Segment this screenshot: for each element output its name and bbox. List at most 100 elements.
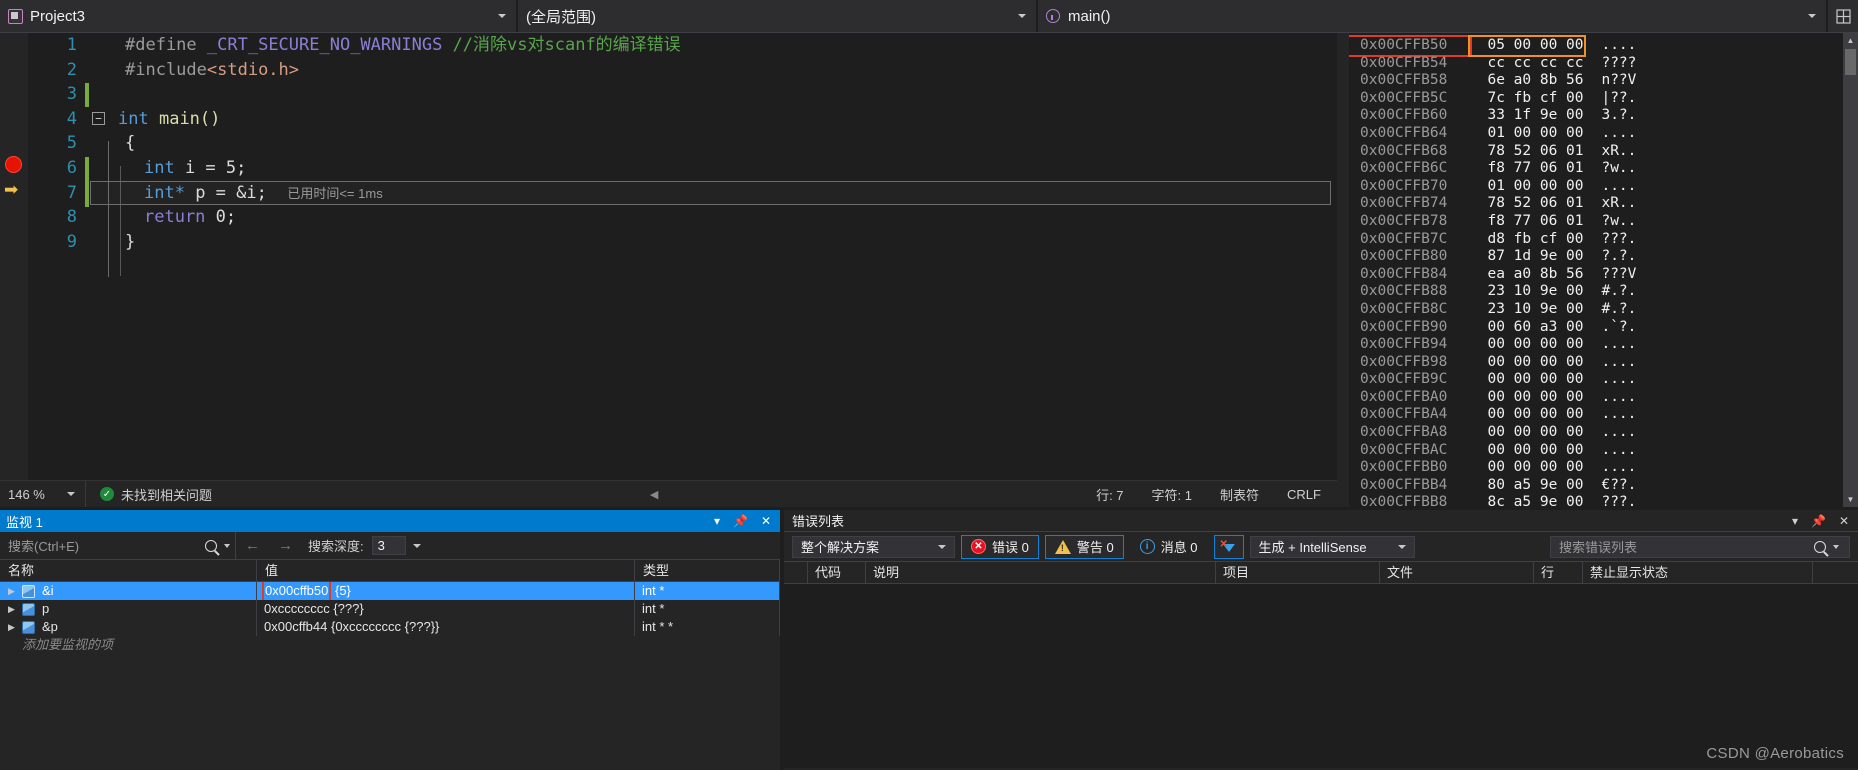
issue-status[interactable]: ✓ 未找到相关问题 <box>86 485 212 504</box>
messages-filter-button[interactable]: i 消息 0 <box>1130 535 1208 559</box>
error-list-body[interactable] <box>784 584 1858 768</box>
memory-rows-container[interactable]: 0x00CFFB50 05 00 00 00 .... 0x00CFFB54 cc… <box>1349 33 1858 507</box>
scope-selector[interactable]: (全局范围) <box>518 0 1038 32</box>
watch-value-cell[interactable]: 0x00cffb44 {0xcccccccc {???}} <box>257 618 635 636</box>
memory-row[interactable]: 0x00CFFB54 cc cc cc cc ???? <box>1349 55 1858 73</box>
watch-name-cell[interactable]: ▶ p <box>0 600 257 618</box>
table-row[interactable]: ▶ &i 0x00cffb50 {5} int * <box>0 582 780 600</box>
memory-row[interactable]: 0x00CFFBAC 00 00 00 00 .... <box>1349 442 1858 460</box>
split-editor-button[interactable] <box>1828 0 1858 32</box>
chevron-down-icon[interactable] <box>1833 544 1839 549</box>
column-header-project[interactable]: 项目 <box>1216 562 1380 583</box>
breakpoint-icon[interactable] <box>5 156 22 173</box>
memory-window[interactable]: 0x00CFFB50 05 00 00 00 .... 0x00CFFB54 cc… <box>1337 33 1858 507</box>
expand-triangle-icon[interactable]: ▶ <box>8 600 22 618</box>
memory-row[interactable]: 0x00CFFBB8 8c a5 9e 00 ???. <box>1349 494 1858 507</box>
tab-error-list[interactable]: 错误列表 <box>792 511 844 530</box>
memory-row[interactable]: 0x00CFFB80 87 1d 9e 00 ?.?. <box>1349 248 1858 266</box>
memory-row[interactable]: 0x00CFFB5C 7c fb cf 00 |??. <box>1349 90 1858 108</box>
memory-row[interactable]: 0x00CFFB6C f8 77 06 01 ?w.. <box>1349 160 1858 178</box>
build-source-selector[interactable]: 生成 + IntelliSense <box>1249 535 1415 558</box>
close-icon[interactable]: ✕ <box>761 514 771 528</box>
eol-indicator[interactable]: CRLF <box>1287 487 1321 502</box>
close-icon[interactable]: ✕ <box>1839 514 1849 528</box>
memory-row[interactable]: 0x00CFFBA4 00 00 00 00 .... <box>1349 406 1858 424</box>
pin-icon[interactable]: 📌 <box>733 514 748 528</box>
search-next-button[interactable]: → <box>269 537 302 554</box>
watch-name-cell[interactable]: ▶ &p <box>0 618 257 636</box>
memory-row[interactable]: 0x00CFFBA8 00 00 00 00 .... <box>1349 424 1858 442</box>
memory-row[interactable]: 0x00CFFB70 01 00 00 00 .... <box>1349 178 1858 196</box>
error-scope-selector[interactable]: 整个解决方案 <box>792 535 955 558</box>
scrollbar-thumb[interactable] <box>1845 49 1856 75</box>
memory-row[interactable]: 0x00CFFB74 78 52 06 01 xR.. <box>1349 195 1858 213</box>
table-row[interactable]: ▶ &p 0x00cffb44 {0xcccccccc {???}} int *… <box>0 618 780 636</box>
code-text-area[interactable]: #define _CRT_SECURE_NO_WARNINGS //消除vs对s… <box>90 33 1337 480</box>
column-header-name[interactable]: 名称 <box>0 560 257 581</box>
tabs-indicator[interactable]: 制表符 <box>1220 485 1259 504</box>
memory-row[interactable]: 0x00CFFB8C 23 10 9e 00 #.?. <box>1349 301 1858 319</box>
watch-name-cell[interactable]: ▶ &i <box>0 582 257 600</box>
memory-row[interactable]: 0x00CFFB84 ea a0 8b 56 ???V <box>1349 266 1858 284</box>
watch-value-cell[interactable]: 0x00cffb50 {5} <box>257 582 635 600</box>
memory-row[interactable]: 0x00CFFB60 33 1f 9e 00 3.?. <box>1349 107 1858 125</box>
collapse-arrow-icon[interactable]: ◀ <box>650 488 658 501</box>
memory-row[interactable]: 0x00CFFB98 00 00 00 00 .... <box>1349 354 1858 372</box>
memory-row[interactable]: 0x00CFFBB4 80 a5 9e 00 €??. <box>1349 477 1858 495</box>
chevron-down-icon[interactable] <box>224 543 230 548</box>
zoom-level-selector[interactable]: 146 % <box>0 481 86 507</box>
pin-icon[interactable]: 📌 <box>1811 514 1826 528</box>
memory-row[interactable]: 0x00CFFB94 00 00 00 00 .... <box>1349 336 1858 354</box>
memory-row[interactable]: 0x00CFFB50 05 00 00 00 .... <box>1349 35 1858 57</box>
tab-watch-1[interactable]: 监视 1 <box>6 512 53 531</box>
function-selector[interactable]: main() <box>1038 0 1828 32</box>
error-list-window[interactable]: 错误列表 ▾ 📌 ✕ 整个解决方案 ✕ 错误 0 警告 0 i 消息 <box>784 510 1858 770</box>
watch-search-input[interactable]: 搜索(Ctrl+E) <box>8 536 205 555</box>
search-depth-input[interactable]: 3 <box>371 536 406 555</box>
search-icon[interactable] <box>1814 540 1826 553</box>
chevron-down-icon[interactable]: ▾ <box>1792 514 1798 528</box>
fold-toggle-icon[interactable]: − <box>92 111 105 125</box>
table-row[interactable]: ▶ p 0xcccccccc {???} int * <box>0 600 780 618</box>
chevron-down-icon[interactable]: ▾ <box>714 514 720 528</box>
watch-tab-bar[interactable]: 监视 1 ▾ 📌 ✕ <box>0 510 780 532</box>
column-header-suppression[interactable]: 禁止显示状态 <box>1583 562 1813 583</box>
column-header-line[interactable]: 行 <box>1534 562 1583 583</box>
memory-row[interactable]: 0x00CFFB64 01 00 00 00 .... <box>1349 125 1858 143</box>
scroll-down-arrow-icon[interactable]: ▼ <box>1843 492 1858 507</box>
memory-row[interactable]: 0x00CFFBB0 00 00 00 00 .... <box>1349 459 1858 477</box>
column-header-icon[interactable] <box>784 562 808 583</box>
column-header-file[interactable]: 文件 <box>1380 562 1534 583</box>
watch-search-box[interactable]: 搜索(Ctrl+E) <box>0 532 236 559</box>
search-previous-button[interactable]: ← <box>236 537 269 554</box>
memory-row[interactable]: 0x00CFFB78 f8 77 06 01 ?w.. <box>1349 213 1858 231</box>
editor-glyph-margin[interactable]: ➡ <box>0 33 28 480</box>
expand-triangle-icon[interactable]: ▶ <box>8 618 22 636</box>
project-selector[interactable]: Project3 <box>0 0 518 32</box>
watch-value-cell[interactable]: 0xcccccccc {???} <box>257 600 635 618</box>
memory-row[interactable]: 0x00CFFBA0 00 00 00 00 .... <box>1349 389 1858 407</box>
memory-row[interactable]: 0x00CFFB7C d8 fb cf 00 ???. <box>1349 231 1858 249</box>
column-header-value[interactable]: 值 <box>257 560 635 581</box>
errors-filter-button[interactable]: ✕ 错误 0 <box>961 534 1039 559</box>
memory-row[interactable]: 0x00CFFB68 78 52 06 01 xR.. <box>1349 143 1858 161</box>
chevron-down-icon[interactable] <box>412 543 421 548</box>
watch-add-item-row[interactable]: 添加要监视的项 <box>0 636 780 653</box>
memory-row[interactable]: 0x00CFFB88 23 10 9e 00 #.?. <box>1349 283 1858 301</box>
column-header-type[interactable]: 类型 <box>635 560 780 581</box>
error-search-input[interactable]: 搜索错误列表 <box>1559 537 1637 556</box>
code-editor[interactable]: ➡ 1 2 3 4 5 6 7 8 9 #define _CRT_SECURE_… <box>0 33 1337 480</box>
clear-filter-button[interactable]: ✕ <box>1213 534 1244 559</box>
column-header-code[interactable]: 代码 <box>808 562 866 583</box>
expand-triangle-icon[interactable]: ▶ <box>8 582 22 600</box>
memory-row[interactable]: 0x00CFFB90 00 60 a3 00 .`?. <box>1349 319 1858 337</box>
memory-row[interactable]: 0x00CFFB58 6e a0 8b 56 n??V <box>1349 72 1858 90</box>
column-header-description[interactable]: 说明 <box>866 562 1216 583</box>
watch-window[interactable]: 监视 1 ▾ 📌 ✕ 搜索(Ctrl+E) ← → 搜索深度: 3 名称 值 类… <box>0 510 780 770</box>
memory-vertical-scrollbar[interactable]: ▲ ▼ <box>1843 33 1858 507</box>
memory-row[interactable]: 0x00CFFB9C 00 00 00 00 .... <box>1349 371 1858 389</box>
warnings-filter-button[interactable]: 警告 0 <box>1044 534 1124 559</box>
error-list-tab-bar[interactable]: 错误列表 ▾ 📌 ✕ <box>784 510 1858 532</box>
scroll-up-arrow-icon[interactable]: ▲ <box>1843 33 1858 48</box>
search-icon[interactable] <box>205 539 217 552</box>
